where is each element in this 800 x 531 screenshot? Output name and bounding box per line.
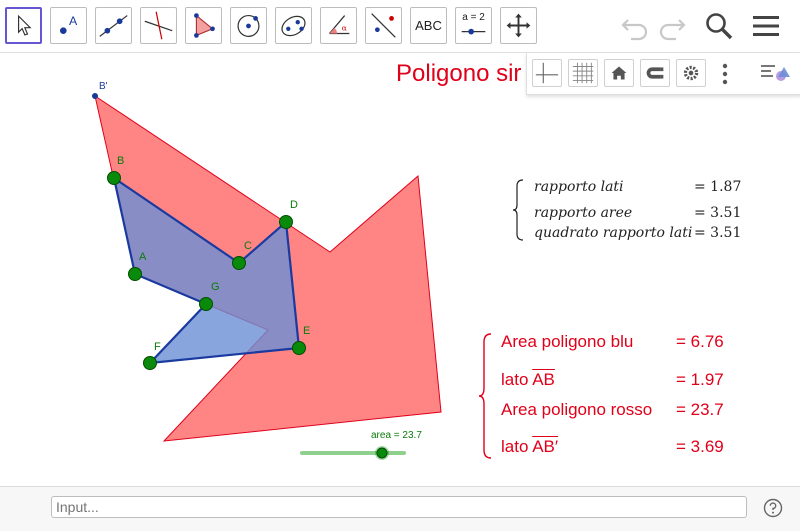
point-a[interactable] <box>128 267 142 281</box>
toggle-algebra-view-button[interactable] <box>757 59 793 87</box>
side-ab-name: AB <box>532 370 555 389</box>
polygon-icon <box>194 13 215 38</box>
axes-icon <box>535 62 559 84</box>
svg-text:α: α <box>342 24 347 33</box>
style-bar <box>526 53 800 95</box>
toggle-grid-button[interactable] <box>568 59 598 87</box>
point-tool-button[interactable]: A <box>50 7 87 44</box>
area-blue-value: = 6.76 <box>676 332 724 351</box>
hamburger-menu-icon <box>753 16 779 36</box>
more-options-button[interactable] <box>720 60 730 88</box>
label-b-prime: B' <box>99 81 108 92</box>
side-ab-value: = 1.97 <box>676 370 724 389</box>
circle-icon <box>237 14 260 37</box>
standard-view-button[interactable] <box>604 59 634 87</box>
perpendicular-line-tool-button[interactable] <box>140 7 177 44</box>
label-c: C <box>244 240 252 252</box>
point-c[interactable] <box>232 256 246 270</box>
area-red-label: Area poligono rosso <box>501 400 653 419</box>
move-arrows-icon <box>506 13 531 38</box>
search-button[interactable] <box>703 10 735 42</box>
side-ab-row: lato AB <box>501 370 555 390</box>
angle-icon: α <box>329 15 350 35</box>
point-g[interactable] <box>199 297 213 311</box>
ratio-brace <box>512 179 524 241</box>
perpendicular-icon <box>144 11 173 40</box>
info-brace <box>478 333 492 459</box>
ratio-value-0: = 1.87 <box>694 179 742 195</box>
point-f[interactable] <box>143 356 157 370</box>
side-abp-row: lato AB′ <box>501 437 558 457</box>
circle-tool-button[interactable] <box>230 7 267 44</box>
home-icon <box>611 66 627 80</box>
redo-icon <box>659 19 686 41</box>
ratio-label-1: rapporto aree <box>534 205 633 221</box>
slider-tool-button[interactable]: a = 2 <box>455 7 492 44</box>
side-abp-value: = 3.69 <box>676 437 724 456</box>
point-b-prime[interactable] <box>92 93 98 99</box>
label-f: F <box>154 341 161 353</box>
line-tool-button[interactable] <box>95 7 132 44</box>
help-icon <box>763 498 783 518</box>
vertical-dots-icon <box>722 63 728 85</box>
line-icon <box>99 15 128 37</box>
algebra-view-icon <box>761 65 790 81</box>
angle-tool-button[interactable]: α <box>320 7 357 44</box>
toggle-axes-button[interactable] <box>532 59 562 87</box>
side-ab-prefix: lato <box>501 370 529 389</box>
label-a: A <box>139 251 147 263</box>
area-red-value: = 23.7 <box>676 400 724 419</box>
area-blue-label: Area poligono blu <box>501 332 634 351</box>
move-graphics-view-button[interactable] <box>500 7 537 44</box>
label-g: G <box>211 281 220 293</box>
polygon-tool-button[interactable] <box>185 7 222 44</box>
arrow-cursor-icon <box>18 14 32 36</box>
magnet-icon <box>646 67 664 79</box>
grid-icon <box>572 62 594 84</box>
main-menu-button[interactable] <box>750 10 782 42</box>
undo-icon <box>621 19 648 41</box>
input-bar <box>0 486 800 531</box>
search-icon <box>706 13 733 40</box>
help-button[interactable] <box>763 498 783 518</box>
slider-icon <box>461 28 486 35</box>
conic-tool-button[interactable] <box>275 7 312 44</box>
toolbar: A α ABC a = 2 <box>0 0 800 53</box>
text-tool-button[interactable]: ABC <box>410 7 447 44</box>
label-b: B <box>117 155 124 167</box>
area-slider-knob[interactable] <box>376 447 388 459</box>
redo-button[interactable] <box>656 10 688 42</box>
point-b[interactable] <box>107 171 121 185</box>
graphics-settings-button[interactable] <box>676 59 706 87</box>
reflect-tool-button[interactable] <box>365 7 402 44</box>
side-abp-prefix: lato <box>501 437 529 456</box>
point-d[interactable] <box>279 215 293 229</box>
undo-button[interactable] <box>619 10 651 42</box>
side-abp-name: AB′ <box>532 437 559 456</box>
gear-icon <box>683 65 699 81</box>
label-e: E <box>303 325 310 337</box>
point-capturing-button[interactable] <box>640 59 670 87</box>
svg-text:A: A <box>69 14 78 28</box>
point-e[interactable] <box>292 341 306 355</box>
move-tool-button[interactable] <box>5 7 42 44</box>
reflect-line-icon <box>371 13 396 38</box>
ellipse-icon <box>281 15 306 37</box>
ratio-label-2: quadrato rapporto lati <box>534 225 693 241</box>
ratio-value-1: = 3.51 <box>694 205 742 221</box>
point-icon: A <box>59 14 78 35</box>
graphics-view[interactable]: B' B A C D G E F area = 23.7 <box>0 53 800 485</box>
input-field[interactable] <box>51 496 747 518</box>
text-tool-label: ABC <box>415 18 442 33</box>
ratio-label-0: rapporto lati <box>534 179 624 195</box>
ratio-value-2: = 3.51 <box>694 225 742 241</box>
label-d: D <box>290 199 298 211</box>
area-slider-label: area = 23.7 <box>371 430 422 441</box>
